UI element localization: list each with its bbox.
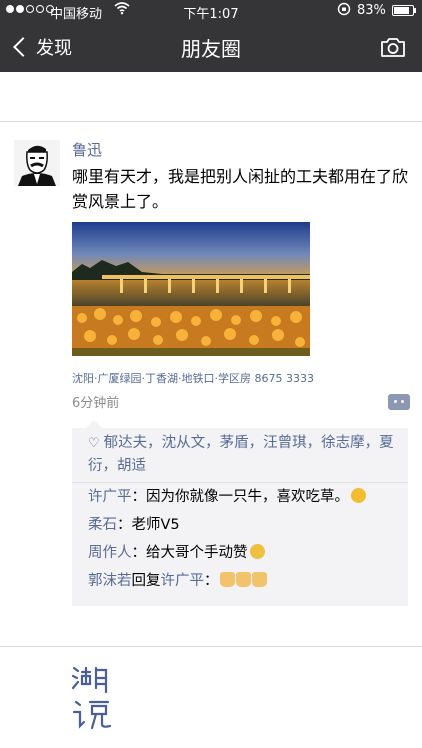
heart-icon: ♡ [88,436,100,451]
post-photo[interactable] [72,222,310,356]
comment-text: 老师V5 [131,517,180,533]
comment-row[interactable]: 许广平：因为你就像一只牛，喜欢吃草。 [88,486,366,508]
comment-text: 因为你就像一只牛，喜欢吃草。 [146,489,349,505]
page-title: 朋友圈 [181,37,241,61]
divider [72,482,408,483]
thinking-emoji-icon [351,488,366,503]
watermark-logo [70,662,116,734]
thumbs-up-icon [219,572,235,587]
thumbs-up-icon [251,572,267,587]
comment-text: 给大哥个手动赞 [146,545,248,561]
comment-separator: ： [117,517,132,533]
battery-tip [414,8,416,13]
likes-list: ♡ 郁达夫，沈从文，茅盾，汪曾琪，徐志摩，夏衍，胡适 [88,432,404,477]
status-bar: 中国移动 下午1:07 83% [0,0,422,22]
avatar[interactable] [14,140,60,186]
divider [0,121,422,122]
post-text: 哪里有天才，我是把别人闲扯的工夫都用在了欣赏风景上了。 [72,167,409,211]
comment-author[interactable]: 许广平 [88,489,132,505]
comment-author[interactable]: 郭沫若 [88,573,132,589]
reply-target[interactable]: 许广平 [161,573,205,589]
reply-word: 回复 [131,573,161,589]
thumbs-up-icon [235,572,251,587]
post-author[interactable]: 鲁迅 [72,139,102,160]
likes-names[interactable]: 郁达夫，沈从文，茅盾，汪曾琪，徐志摩，夏衍，胡适 [88,435,394,474]
comment-author[interactable]: 柔石 [88,517,117,533]
comment-row[interactable]: 郭沫若回复许广平： [88,570,267,592]
post-location[interactable]: 沈阳·广厦绿园·丁香湖·地铁口·学区房 8675 3333 [72,370,314,386]
comment-more-button[interactable] [388,394,410,410]
smirk-emoji-icon [249,544,265,559]
battery-percentage: 83% [357,3,386,18]
comment-author[interactable]: 周作人 [88,545,132,561]
orientation-lock-icon [337,2,351,19]
comment-separator: ： [131,545,147,561]
divider [0,646,422,647]
comment-row[interactable]: 柔石：老师V5 [88,514,180,536]
comment-separator: ： [204,573,219,589]
battery-icon [392,5,414,16]
comment-row[interactable]: 周作人：给大哥个手动赞 [88,542,265,564]
navigation-bar: 中国移动 下午1:07 83% 发现 朋友圈 [0,0,422,72]
feedback-panel: ♡ 郁达夫，沈从文，茅盾，汪曾琪，徐志摩，夏衍，胡适 许广平：因为你就像一只牛，喜… [72,420,408,606]
post-time: 6分钟前 [72,396,120,411]
comment-separator: ： [131,489,147,505]
camera-icon[interactable] [380,36,406,58]
